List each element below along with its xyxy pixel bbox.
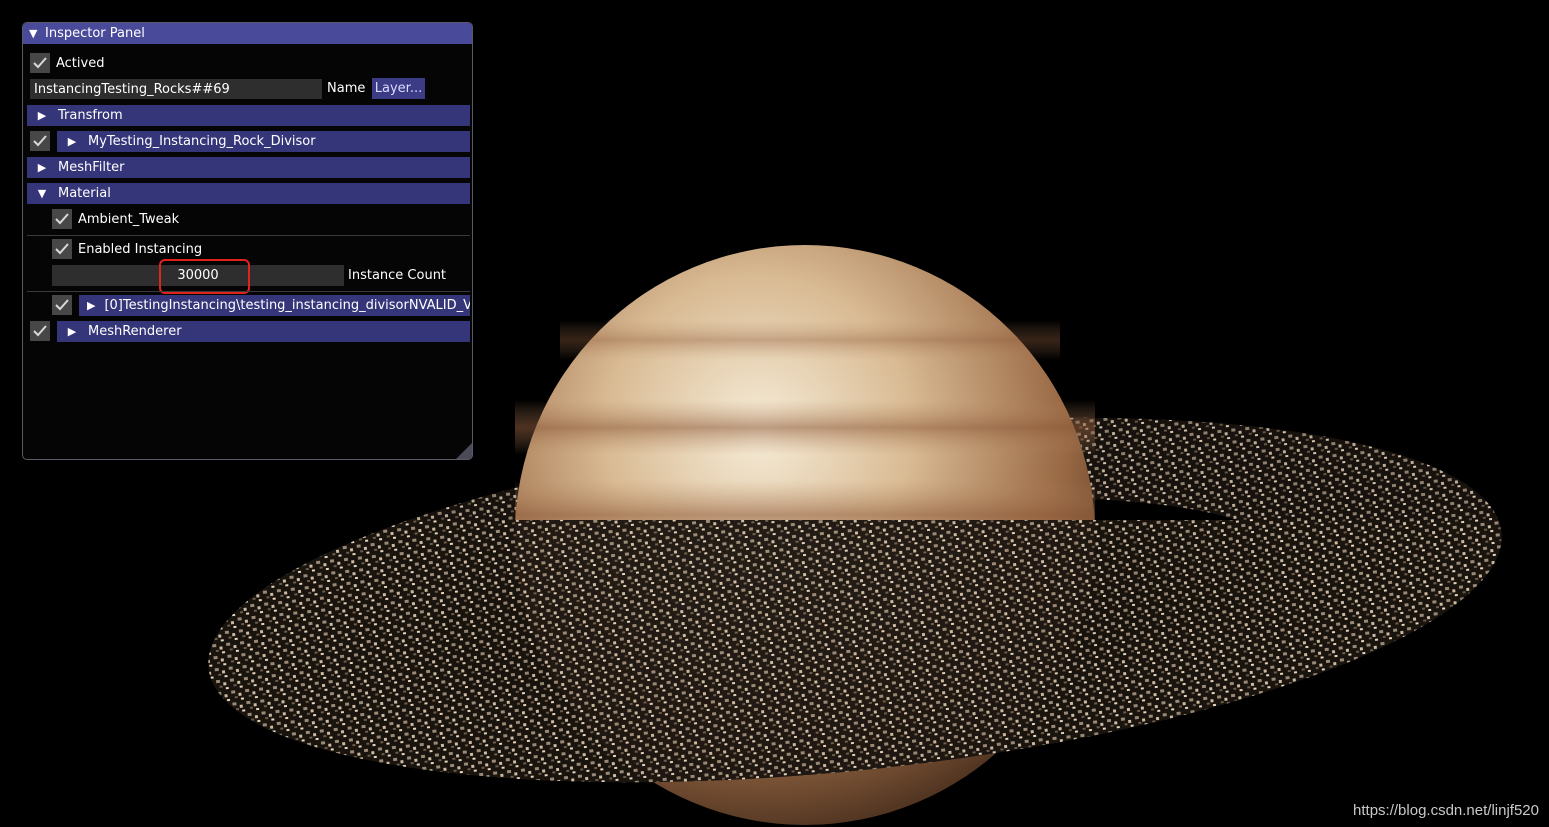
script-component-row xyxy=(30,131,50,151)
checkmark-icon xyxy=(33,135,47,147)
material-header-label: Material xyxy=(58,186,111,201)
collapsed-arrow-icon: ▶ xyxy=(67,135,77,148)
divider xyxy=(27,291,470,292)
checkmark-icon xyxy=(33,57,47,69)
script-header[interactable]: ▶ MyTesting_Instancing_Rock_Divisor xyxy=(57,131,470,152)
expanded-arrow-icon: ▼ xyxy=(37,187,47,200)
transform-header-label: Transfrom xyxy=(58,108,123,123)
instancing-label: Enabled Instancing xyxy=(78,241,203,257)
shader-header[interactable]: ▶ [0]TestingInstancing\testing_instancin… xyxy=(79,295,470,316)
divider xyxy=(27,235,470,236)
ambient-checkbox[interactable] xyxy=(52,209,72,229)
transform-header[interactable]: ▶ Transfrom xyxy=(27,105,470,126)
checkmark-icon xyxy=(55,243,69,255)
script-header-label: MyTesting_Instancing_Rock_Divisor xyxy=(88,134,316,149)
instancing-row: Enabled Instancing xyxy=(52,239,202,259)
watermark: https://blog.csdn.net/linjf520 xyxy=(1353,802,1539,819)
script-enabled-checkbox[interactable] xyxy=(30,131,50,151)
ambient-label: Ambient_Tweak xyxy=(78,211,180,227)
material-header[interactable]: ▼ Material xyxy=(27,183,470,204)
meshrenderer-header[interactable]: ▶ MeshRenderer xyxy=(57,321,470,342)
collapsed-arrow-icon: ▶ xyxy=(37,161,47,174)
inspector-panel[interactable]: ▼ Inspector Panel Actived Name Layer... … xyxy=(22,22,473,460)
collapse-arrow-icon[interactable]: ▼ xyxy=(29,27,41,40)
meshfilter-header[interactable]: ▶ MeshFilter xyxy=(27,157,470,178)
collapsed-arrow-icon: ▶ xyxy=(87,299,96,312)
resize-grip[interactable] xyxy=(456,443,472,459)
ambient-row: Ambient_Tweak xyxy=(52,209,179,229)
actived-label: Actived xyxy=(56,55,105,71)
shader-row xyxy=(52,295,72,315)
meshrenderer-checkbox[interactable] xyxy=(30,321,50,341)
checkmark-icon xyxy=(55,299,69,311)
shader-checkbox[interactable] xyxy=(52,295,72,315)
shader-header-label: [0]TestingInstancing\testing_instancing_… xyxy=(104,298,470,313)
layer-button[interactable]: Layer... xyxy=(372,78,425,99)
name-label: Name xyxy=(327,81,366,96)
checkmark-icon xyxy=(55,213,69,225)
annotation-highlight-box xyxy=(159,259,250,294)
collapsed-arrow-icon: ▶ xyxy=(67,325,77,338)
meshrenderer-row xyxy=(30,321,50,341)
name-input[interactable] xyxy=(30,79,322,99)
checkmark-icon xyxy=(33,325,47,337)
instancing-checkbox[interactable] xyxy=(52,239,72,259)
meshfilter-header-label: MeshFilter xyxy=(58,160,125,175)
panel-titlebar[interactable]: ▼ Inspector Panel xyxy=(23,23,472,44)
actived-checkbox[interactable] xyxy=(30,53,50,73)
meshrenderer-header-label: MeshRenderer xyxy=(88,324,182,339)
instance-count-label: Instance Count xyxy=(348,268,447,283)
panel-title: Inspector Panel xyxy=(45,26,145,41)
actived-row: Actived xyxy=(30,53,104,73)
collapsed-arrow-icon: ▶ xyxy=(37,109,47,122)
